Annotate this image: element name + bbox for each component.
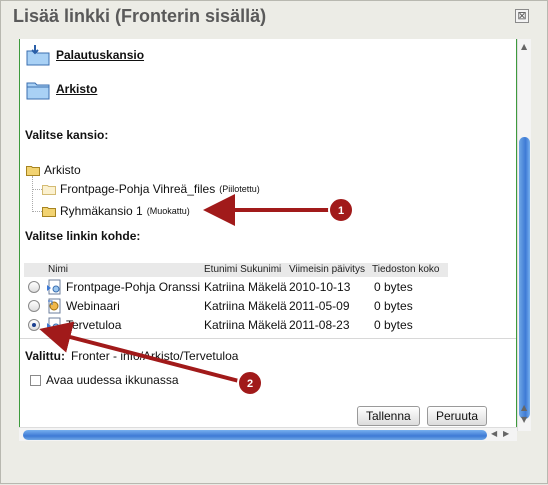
scrollbar-thumb[interactable] [23,430,487,440]
folder-link-label[interactable]: Palautuskansio [56,48,144,62]
new-window-option[interactable]: Avaa uudessa ikkunassa [30,373,179,387]
tree-line [32,189,42,190]
folder-link-label[interactable]: Arkisto [56,82,97,96]
tree-item-frontpage-files[interactable]: Frontpage-Pohja Vihreä_files (Piilotettu… [42,182,260,196]
tree-item-ryhmakansio[interactable]: Ryhmäkansio 1 (Muokattu) [42,204,190,218]
column-header-author[interactable]: Etunimi Sukunimi [204,264,281,275]
table-header: Nimi Etunimi Sukunimi Viimeisin päivitys… [24,263,448,277]
row-author: Katriina Mäkelä [204,280,287,294]
selected-path: Valittu: Fronter - info/Arkisto/Tervetulo… [25,349,238,363]
row-radio[interactable] [28,319,40,331]
save-button[interactable]: Tallenna [357,406,420,426]
vertical-scrollbar[interactable]: ▲ ▲ ▼ [517,39,531,431]
tree-item-label[interactable]: Arkisto [44,163,81,177]
scroll-left-icon[interactable]: ◀ [491,429,497,438]
row-date: 2011-08-23 [289,318,350,332]
new-window-label[interactable]: Avaa uudessa ikkunassa [46,373,179,387]
tree-line [32,211,42,212]
scroll-down-icon[interactable]: ▼ [521,415,527,424]
new-window-checkbox[interactable] [30,374,41,386]
row-date: 2010-10-13 [289,280,351,294]
folder-icon [26,165,40,176]
row-size: 0 bytes [374,299,413,313]
row-date: 2011-05-09 [289,299,350,313]
folder-link-arkisto[interactable]: Arkisto [26,77,97,101]
row-size: 0 bytes [374,318,413,332]
web-page-icon [47,317,61,333]
scroll-up-icon[interactable]: ▲ [521,42,527,51]
webinar-icon [48,298,61,314]
row-name[interactable]: Tervetuloa [66,318,121,332]
tree-item-tag: (Piilotettu) [219,184,260,194]
horizontal-scrollbar[interactable]: ◀ ▶ [19,427,517,441]
table-row[interactable]: Frontpage-Pohja Oranssi Katriina Mäkelä … [24,277,454,297]
title-bar: Lisää linkki (Fronterin sisällä) ⊠ [1,1,547,33]
column-header-name[interactable]: Nimi [48,264,68,275]
row-radio[interactable] [28,281,40,293]
link-dialog: Lisää linkki (Fronterin sisällä) ⊠ Palau… [0,0,548,484]
tree-item-label[interactable]: Ryhmäkansio 1 [60,204,143,218]
tree-line [32,176,33,212]
row-name[interactable]: Frontpage-Pohja Oranssi [66,280,200,294]
table-row[interactable]: Tervetuloa Katriina Mäkelä 2011-08-23 0 … [24,315,454,335]
row-name[interactable]: Webinaari [66,299,120,313]
choose-folder-title: Valitse kansio: [25,128,109,142]
row-author: Katriina Mäkelä [204,318,287,332]
dialog-title: Lisää linkki (Fronterin sisällä) [13,6,267,26]
tree-item-label[interactable]: Frontpage-Pohja Vihreä_files [60,182,215,196]
divider [20,338,516,339]
row-author: Katriina Mäkelä [204,299,287,313]
scroll-up-icon[interactable]: ▲ [521,403,527,412]
content-panel: Palautuskansio Arkisto Valitse kansio: A… [19,39,517,431]
cancel-button[interactable]: Peruuta [427,406,488,426]
tree-item-arkisto[interactable]: Arkisto [26,163,81,177]
folder-link-palautuskansio[interactable]: Palautuskansio [26,43,144,67]
web-page-icon [47,279,61,295]
close-icon[interactable]: ⊠ [515,9,529,23]
row-radio[interactable] [28,300,40,312]
folder-icon [42,184,56,195]
folder-icon [26,82,50,100]
selected-label: Valittu: [25,349,66,363]
scroll-right-icon[interactable]: ▶ [503,429,509,438]
column-header-date[interactable]: Viimeisin päivitys [289,264,365,275]
scrollbar-thumb[interactable] [519,137,530,419]
selected-value: Fronter - info/Arkisto/Tervetuloa [71,349,239,363]
tree-item-tag: (Muokattu) [146,206,190,216]
row-size: 0 bytes [374,280,413,294]
table-row[interactable]: Webinaari Katriina Mäkelä 2011-05-09 0 b… [24,296,454,316]
inbox-folder-icon [26,45,50,66]
choose-target-title: Valitse linkin kohde: [25,229,141,243]
column-header-size[interactable]: Tiedoston koko [372,264,439,275]
folder-icon [42,206,56,217]
